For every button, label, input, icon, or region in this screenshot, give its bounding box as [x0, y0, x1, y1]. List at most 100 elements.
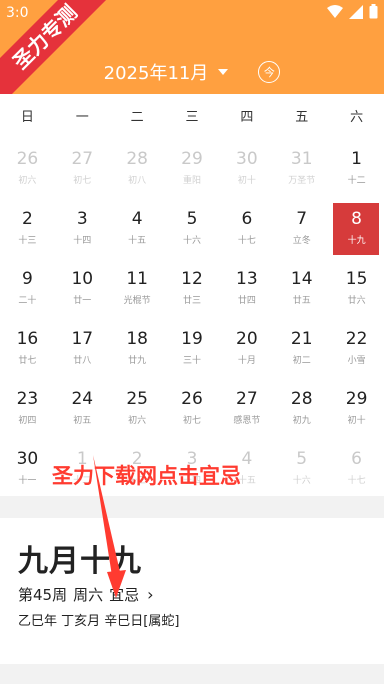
lunar-label: 初五 [73, 416, 92, 426]
day-cell[interactable]: 10 廿一 [55, 256, 110, 316]
day-cell[interactable]: 9 二十 [0, 256, 55, 316]
day-number: 3 [76, 209, 88, 229]
weekday-label: 四 [240, 109, 254, 125]
weekday-label: 周六 [73, 586, 104, 604]
day-cell[interactable]: 28 初九 [274, 376, 329, 436]
lunar-label: 初二 [292, 356, 311, 366]
day-number: 1 [351, 149, 362, 169]
day-cell[interactable]: 13 廿四 [219, 256, 274, 316]
day-cell[interactable]: 5 十六 [165, 196, 220, 256]
day-number: 29 [181, 149, 203, 169]
lunar-label: 十六 [182, 236, 201, 246]
week-number: 第45周 [18, 586, 68, 604]
day-cell[interactable]: 23 初四 [0, 376, 55, 436]
lunar-label: 立冬 [292, 236, 311, 246]
lunar-label: 十七 [237, 236, 256, 246]
ganzhi-text: 乙巳年 丁亥月 辛巳日[属蛇] [18, 614, 180, 629]
chevron-right-icon[interactable]: › [147, 585, 153, 604]
day-cell[interactable]: 6 十七 [329, 436, 384, 496]
day-number: 29 [345, 389, 368, 409]
day-cell[interactable]: 30 十一 [0, 436, 55, 496]
lunar-label: 十六 [292, 476, 311, 486]
day-cell[interactable]: 16 廿七 [0, 316, 55, 376]
calendar-grid: 日 一 二 三 四 五 六 26 初六 27 初七 28 初八 29 重阳 30 初十 31 万圣节 1 十二 2 十三 3… [0, 94, 384, 496]
lunar-label: 感恩节 [233, 416, 261, 426]
day-cell[interactable]: 15 廿六 [329, 256, 384, 316]
today-button[interactable]: 今 [258, 61, 281, 83]
chevron-down-icon[interactable] [218, 69, 229, 75]
day-number: 30 [16, 449, 39, 469]
day-number: 14 [290, 269, 313, 289]
day-cell[interactable]: 26 初六 [0, 136, 55, 196]
day-number: 12 [181, 269, 203, 289]
day-number: 4 [131, 209, 143, 229]
lunar-label: 初六 [18, 176, 37, 186]
day-cell[interactable]: 17 廿八 [55, 316, 110, 376]
day-number: 27 [71, 149, 94, 169]
day-number: 5 [186, 209, 198, 229]
day-cell[interactable]: 29 初十 [329, 376, 384, 436]
day-number: 26 [16, 149, 39, 169]
day-number: 4 [241, 449, 253, 469]
day-cell[interactable]: 5 十六 [274, 436, 329, 496]
day-cell[interactable]: 26 初七 [165, 376, 220, 436]
day-cell[interactable]: 22 小雪 [329, 316, 384, 376]
day-cell[interactable]: 4 十五 [110, 196, 165, 256]
day-number: 28 [290, 389, 313, 409]
lunar-label: 廿三 [182, 296, 201, 306]
day-number: 11 [126, 269, 148, 289]
lunar-label: 十四 [73, 236, 92, 246]
day-cell[interactable]: 21 初二 [274, 316, 329, 376]
weekday-label: 六 [350, 109, 364, 125]
day-cell[interactable]: 19 三十 [165, 316, 220, 376]
day-cell[interactable]: 18 廿九 [110, 316, 165, 376]
lunar-label: 三十 [182, 356, 201, 366]
day-cell-selected[interactable]: 8 十九 [329, 196, 384, 256]
day-cell[interactable]: 28 初八 [110, 136, 165, 196]
day-cell[interactable]: 14 廿五 [274, 256, 329, 316]
day-number: 25 [126, 389, 148, 409]
yiji-link[interactable]: 宜忌 [109, 584, 139, 605]
lunar-date-title: 九月十九 [18, 544, 142, 579]
day-number: 24 [71, 389, 94, 409]
lunar-label: 廿九 [128, 356, 147, 366]
day-cell[interactable]: 24 初五 [55, 376, 110, 436]
day-cell[interactable]: 20 十月 [219, 316, 274, 376]
day-cell[interactable]: 30 初十 [219, 136, 274, 196]
day-cell[interactable]: 3 十四 [55, 196, 110, 256]
day-number: 8 [351, 209, 362, 229]
day-number: 2 [22, 209, 33, 229]
weekday-label: 二 [130, 109, 144, 125]
day-cell[interactable]: 27 感恩节 [219, 376, 274, 436]
lunar-label: 十月 [237, 356, 256, 366]
day-cell[interactable]: 6 十七 [219, 196, 274, 256]
lunar-label: 初十 [347, 416, 366, 426]
lunar-label: 廿四 [237, 296, 256, 306]
day-cell[interactable]: 11 光棍节 [110, 256, 165, 316]
day-cell[interactable]: 25 初六 [110, 376, 165, 436]
day-number: 9 [22, 269, 33, 289]
lunar-label: 初八 [128, 176, 147, 186]
signal-icon [349, 4, 363, 19]
status-time: 3:0 [6, 5, 29, 21]
month-selector[interactable]: 2025年11月 今 [0, 58, 384, 86]
day-number: 7 [296, 209, 308, 229]
day-number: 31 [290, 149, 313, 169]
month-label[interactable]: 2025年11月 [104, 59, 209, 85]
weekday-header: 日一二三四五六 [0, 94, 384, 136]
day-cell[interactable]: 2 十三 [0, 196, 55, 256]
day-cell[interactable]: 7 立冬 [274, 196, 329, 256]
day-cell[interactable]: 27 初七 [55, 136, 110, 196]
lunar-label: 十七 [347, 476, 366, 486]
lunar-label: 万圣节 [288, 176, 316, 186]
battery-icon [369, 4, 378, 19]
day-cell[interactable]: 29 重阳 [165, 136, 220, 196]
week-info-row[interactable]: 第45周 周六 宜忌 › [18, 584, 154, 605]
day-cell[interactable]: 31 万圣节 [274, 136, 329, 196]
day-number: 19 [181, 329, 203, 349]
watermark-text: 圣力下载网点击宜忌 [52, 464, 241, 488]
lunar-label: 十一 [18, 476, 37, 486]
day-cell[interactable]: 12 廿三 [165, 256, 220, 316]
day-cell[interactable]: 1 十二 [329, 136, 384, 196]
day-number: 22 [345, 329, 368, 349]
